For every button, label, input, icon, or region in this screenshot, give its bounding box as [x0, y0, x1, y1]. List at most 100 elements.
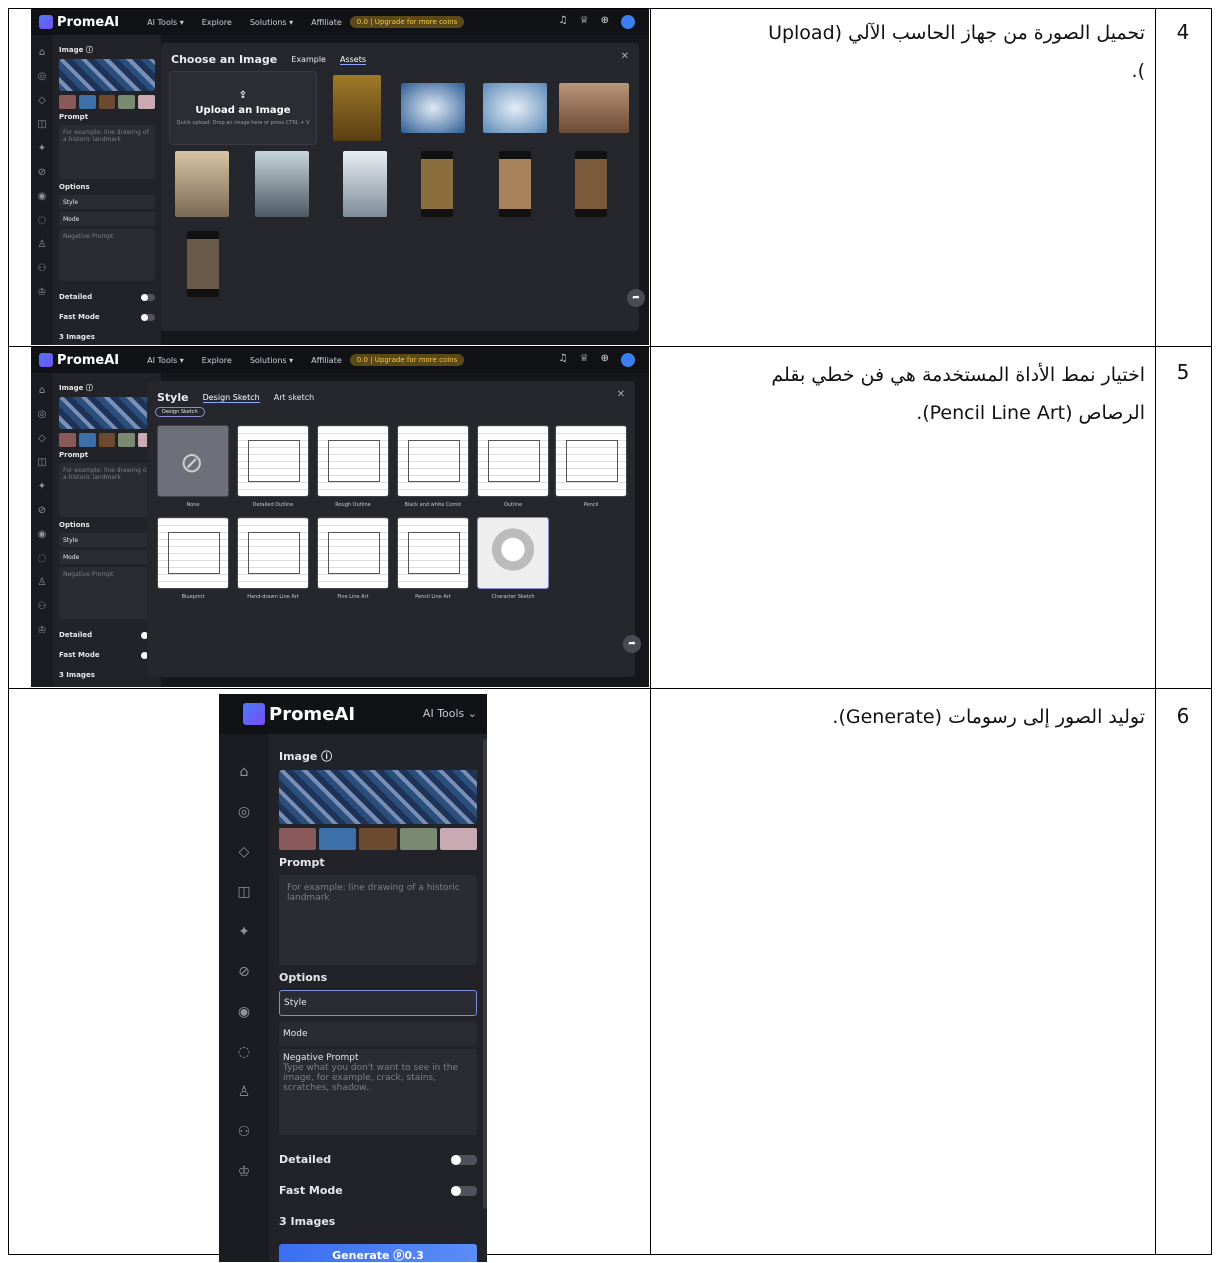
thumbnail[interactable]	[118, 95, 136, 109]
nav-explore[interactable]: Explore	[202, 18, 232, 27]
globe-icon[interactable]: ⊕	[601, 353, 609, 367]
nav-ai-tools[interactable]: AI Tools ▾	[147, 356, 184, 365]
coins-badge[interactable]: 0.0 | Upgrade for more coins	[349, 16, 465, 28]
nav-solutions[interactable]: Solutions ▾	[250, 356, 293, 365]
negative-prompt-input[interactable]: Negative Prompt	[59, 229, 155, 281]
generate-button[interactable]: Generate ⓟ0.3	[279, 1244, 477, 1262]
share-icon[interactable]: ➦	[627, 289, 645, 307]
cube-icon[interactable]: ◇	[38, 95, 46, 106]
team-icon[interactable]: ⚇	[38, 263, 47, 274]
selected-image[interactable]	[279, 770, 477, 824]
explore-icon[interactable]: ⊘	[38, 167, 46, 178]
style-card[interactable]	[555, 425, 627, 497]
detailed-toggle[interactable]	[141, 293, 155, 301]
style-option[interactable]: Style	[59, 195, 155, 209]
fast-mode-toggle[interactable]	[141, 313, 155, 321]
bell-icon[interactable]: ◌	[238, 1044, 250, 1060]
home-icon[interactable]: ⌂	[240, 764, 249, 780]
nav-affiliate[interactable]: Affiliate	[311, 356, 342, 365]
nav-solutions[interactable]: Solutions ▾	[250, 18, 293, 27]
style-card[interactable]	[317, 425, 389, 497]
tab-example[interactable]: Example	[291, 55, 326, 64]
ai-icon[interactable]: ◎	[38, 71, 47, 82]
nav-explore[interactable]: Explore	[202, 356, 232, 365]
negative-prompt-input[interactable]: Negative Prompt Type what you don't want…	[279, 1049, 477, 1135]
cube-icon[interactable]: ◇	[239, 844, 250, 860]
thumbnail[interactable]	[78, 95, 96, 109]
tab-assets[interactable]: Assets	[339, 55, 367, 65]
cube-icon[interactable]: ◇	[38, 433, 46, 444]
asset-image[interactable]	[255, 151, 309, 217]
headset-icon[interactable]: ♫	[559, 15, 568, 29]
user-icon[interactable]: ♙	[238, 1084, 251, 1100]
thumbnail[interactable]	[319, 828, 357, 850]
style-card[interactable]	[477, 425, 549, 497]
thumbnail[interactable]	[59, 433, 76, 447]
target-icon[interactable]: ◉	[38, 529, 47, 540]
crown-icon[interactable]: ♔	[238, 1164, 251, 1180]
tools-icon[interactable]: ◫	[37, 457, 46, 468]
home-icon[interactable]: ⌂	[39, 47, 45, 58]
thumbnail[interactable]	[439, 828, 478, 850]
crown-icon[interactable]: ♔	[38, 287, 47, 298]
home-icon[interactable]: ⌂	[39, 385, 45, 396]
style-card[interactable]	[237, 425, 309, 497]
user-icon[interactable]: ♙	[38, 239, 47, 250]
bulb-icon[interactable]: ✦	[238, 924, 250, 940]
bulb-icon[interactable]: ✦	[38, 143, 46, 154]
team-icon[interactable]: ⚇	[238, 1124, 251, 1140]
style-option[interactable]: Style	[59, 533, 155, 547]
thumbnail[interactable]	[138, 95, 155, 109]
team-icon[interactable]: ⚇	[38, 601, 47, 612]
asset-image[interactable]	[187, 231, 219, 297]
nav-ai-tools[interactable]: AI Tools ▾	[147, 18, 184, 27]
style-card-none[interactable]: ⊘	[157, 425, 229, 497]
nav-affiliate[interactable]: Affiliate	[311, 18, 342, 27]
bell-icon[interactable]: ◌	[38, 215, 47, 226]
ai-icon[interactable]: ◎	[38, 409, 47, 420]
mode-option[interactable]: Mode	[59, 550, 155, 564]
mode-option[interactable]: Mode	[279, 1022, 477, 1046]
fast-mode-toggle[interactable]	[451, 1185, 477, 1196]
selected-image[interactable]	[59, 59, 155, 91]
style-card-character[interactable]	[477, 517, 549, 589]
style-card[interactable]	[237, 517, 309, 589]
crown-icon[interactable]: ♕	[580, 353, 589, 367]
bulb-icon[interactable]: ✦	[38, 481, 46, 492]
target-icon[interactable]: ◉	[38, 191, 47, 202]
tab-art-sketch[interactable]: Art sketch	[274, 393, 314, 402]
style-card[interactable]	[317, 517, 389, 589]
mode-option[interactable]: Mode	[59, 212, 155, 226]
explore-icon[interactable]: ⊘	[38, 505, 46, 516]
style-card[interactable]	[397, 425, 469, 497]
asset-image[interactable]	[483, 83, 547, 133]
target-icon[interactable]: ◉	[238, 1004, 250, 1020]
avatar[interactable]	[621, 15, 635, 29]
scrollbar[interactable]	[483, 739, 487, 1209]
asset-image[interactable]	[575, 151, 607, 217]
nav-ai-tools[interactable]: AI Tools ⌄	[423, 707, 477, 720]
tab-design-sketch[interactable]: Design Sketch	[202, 393, 260, 403]
prompt-input[interactable]: For example: line drawing of a historic …	[59, 125, 155, 179]
headset-icon[interactable]: ♫	[559, 353, 568, 367]
bell-icon[interactable]: ◌	[38, 553, 47, 564]
explore-icon[interactable]: ⊘	[238, 964, 250, 980]
asset-image[interactable]	[343, 151, 387, 217]
thumbnail[interactable]	[399, 828, 437, 850]
share-icon[interactable]: ➦	[623, 635, 641, 653]
thumbnail[interactable]	[359, 828, 397, 850]
category-chip[interactable]: Design Sketch	[155, 407, 205, 417]
crown-icon[interactable]: ♔	[38, 625, 47, 636]
coins-badge[interactable]: 0.0 | Upgrade for more coins	[349, 354, 465, 366]
style-card-pencil-line-art[interactable]	[397, 517, 469, 589]
asset-image[interactable]	[559, 83, 629, 133]
prompt-input[interactable]: For example: line drawing of a historic …	[59, 463, 155, 517]
prompt-input[interactable]: For example: line drawing of a historic …	[279, 875, 477, 965]
style-option[interactable]: Style	[279, 990, 477, 1016]
user-icon[interactable]: ♙	[38, 577, 47, 588]
thumbnail[interactable]	[78, 433, 96, 447]
close-icon[interactable]: ✕	[621, 51, 629, 62]
thumbnail[interactable]	[98, 433, 116, 447]
crown-icon[interactable]: ♕	[580, 15, 589, 29]
asset-image[interactable]	[333, 75, 381, 141]
